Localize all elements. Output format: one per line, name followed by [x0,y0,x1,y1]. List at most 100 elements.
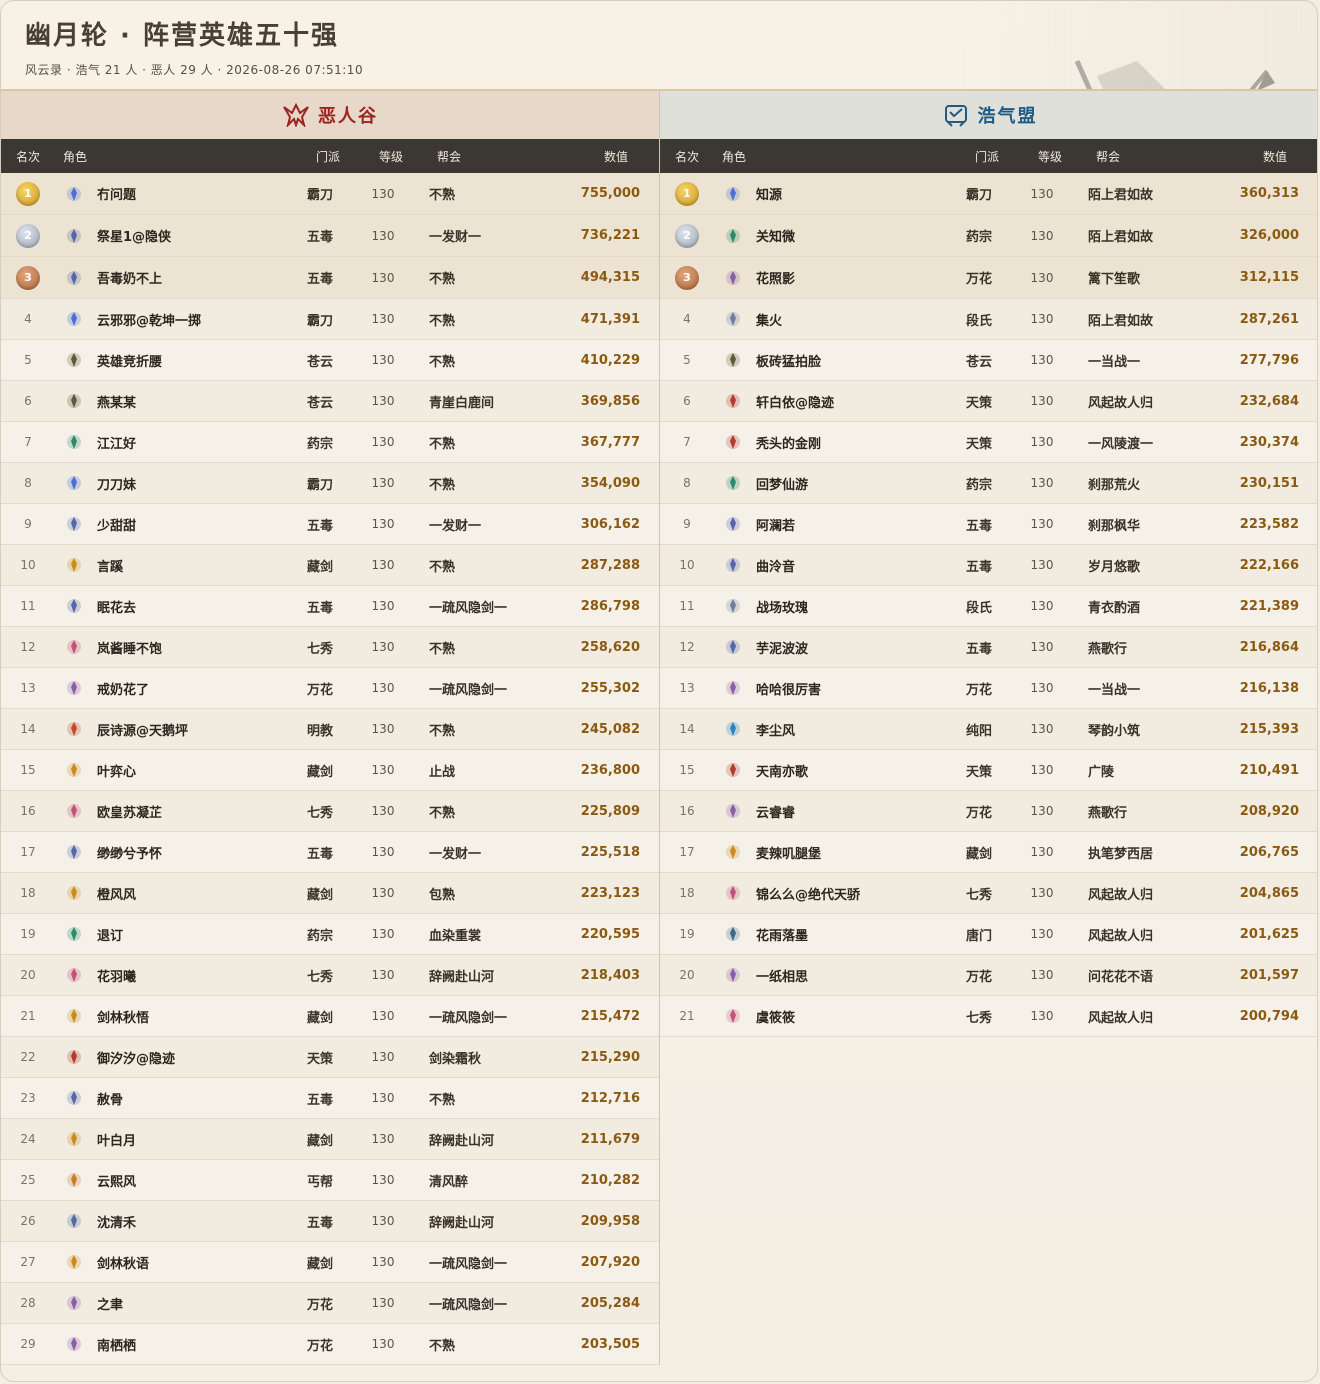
role-name[interactable]: 叶弈心 [97,761,136,780]
role-name[interactable]: 燕某某 [97,392,136,411]
role-name[interactable]: 一纸相思 [756,966,808,985]
table-row[interactable]: 16 云睿睿 万花 130 燕歌行 208,920 [660,791,1317,832]
role-name[interactable]: 关知微 [756,226,795,245]
table-row[interactable]: 2 祭星1@隐侠 五毒 130 一发财一 736,221 [1,215,659,257]
role-name[interactable]: 欧皇苏凝芷 [97,802,162,821]
table-row[interactable]: 19 退订 药宗 130 血染重裳 220,595 [1,914,659,955]
role-name[interactable]: 阿澜若 [756,515,795,534]
role-name[interactable]: 沈清禾 [97,1212,136,1231]
table-row[interactable]: 7 江江好 药宗 130 不熟 367,777 [1,422,659,463]
table-row[interactable]: 24 叶白月 藏剑 130 辞阙赴山河 211,679 [1,1119,659,1160]
table-row[interactable]: 9 阿澜若 五毒 130 刹那枫华 223,582 [660,504,1317,545]
role-name[interactable]: 之聿 [97,1294,123,1313]
role-name[interactable]: 战场玫瑰 [756,597,808,616]
role-name[interactable]: 哈哈很厉害 [756,679,821,698]
table-row[interactable]: 20 一纸相思 万花 130 问花花不语 201,597 [660,955,1317,996]
table-row[interactable]: 7 秃头的金刚 天策 130 一风陵渡一 230,374 [660,422,1317,463]
table-row[interactable]: 11 战场玫瑰 段氏 130 青衣酌酒 221,389 [660,586,1317,627]
table-row[interactable]: 18 锦么么@绝代天骄 七秀 130 风起故人归 204,865 [660,873,1317,914]
role-name[interactable]: 江江好 [97,433,136,452]
col-rank[interactable]: 名次 [660,148,714,165]
table-row[interactable]: 3 花照影 万花 130 篱下笙歌 312,115 [660,257,1317,299]
col-role[interactable]: 角色 [55,148,297,165]
role-name[interactable]: 剑林秋语 [97,1253,149,1272]
col-school[interactable]: 门派 [956,148,1018,165]
col-guild[interactable]: 帮会 [423,148,573,165]
role-name[interactable]: 戒奶花了 [97,679,149,698]
role-name[interactable]: 李尘风 [756,720,795,739]
table-row[interactable]: 14 李尘风 纯阳 130 琴韵小筑 215,393 [660,709,1317,750]
role-name[interactable]: 辰诗源@天鹅坪 [97,720,188,739]
table-row[interactable]: 5 板砖猛拍脸 苍云 130 一当战一 277,796 [660,340,1317,381]
table-row[interactable]: 29 南栖栖 万花 130 不熟 203,505 [1,1324,659,1365]
table-row[interactable]: 6 燕某某 苍云 130 青崖白鹿间 369,856 [1,381,659,422]
table-row[interactable]: 28 之聿 万花 130 一疏风隐剑一 205,284 [1,1283,659,1324]
table-row[interactable]: 20 花羽曦 七秀 130 辞阙赴山河 218,403 [1,955,659,996]
table-row[interactable]: 18 橙风风 藏剑 130 包熟 223,123 [1,873,659,914]
role-name[interactable]: 花照影 [756,268,795,287]
table-row[interactable]: 8 回梦仙游 药宗 130 刹那荒火 230,151 [660,463,1317,504]
table-row[interactable]: 1 冇问题 霸刀 130 不熟 755,000 [1,173,659,215]
role-name[interactable]: 南栖栖 [97,1335,136,1354]
col-level[interactable]: 等级 [359,148,423,165]
table-row[interactable]: 27 剑林秋语 藏剑 130 一疏风隐剑一 207,920 [1,1242,659,1283]
table-row[interactable]: 17 缈缈兮予怀 五毒 130 一发财一 225,518 [1,832,659,873]
table-row[interactable]: 14 辰诗源@天鹅坪 明教 130 不熟 245,082 [1,709,659,750]
role-name[interactable]: 云睿睿 [756,802,795,821]
role-name[interactable]: 花羽曦 [97,966,136,985]
table-row[interactable]: 10 言蹊 藏剑 130 不熟 287,288 [1,545,659,586]
role-name[interactable]: 刀刀妹 [97,474,136,493]
col-value[interactable]: 数值 [573,148,668,165]
role-name[interactable]: 虞筱筱 [756,1007,795,1026]
role-name[interactable]: 橙风风 [97,884,136,903]
table-row[interactable]: 23 赦骨 五毒 130 不熟 212,716 [1,1078,659,1119]
role-name[interactable]: 叶白月 [97,1130,136,1149]
role-name[interactable]: 御汐汐@隐迹 [97,1048,175,1067]
table-row[interactable]: 19 花雨落墨 唐门 130 风起故人归 201,625 [660,914,1317,955]
col-level[interactable]: 等级 [1018,148,1082,165]
role-name[interactable]: 锦么么@绝代天骄 [756,884,860,903]
table-row[interactable]: 4 集火 段氏 130 陌上君如故 287,261 [660,299,1317,340]
role-name[interactable]: 麦辣叽腿堡 [756,843,821,862]
role-name[interactable]: 缈缈兮予怀 [97,843,162,862]
role-name[interactable]: 剑林秋悟 [97,1007,149,1026]
role-name[interactable]: 吾毒奶不上 [97,268,162,287]
col-value[interactable]: 数值 [1232,148,1317,165]
role-name[interactable]: 祭星1@隐侠 [97,226,171,245]
role-name[interactable]: 板砖猛拍脸 [756,351,821,370]
table-row[interactable]: 9 少甜甜 五毒 130 一发财一 306,162 [1,504,659,545]
table-row[interactable]: 6 轩白依@隐迹 天策 130 风起故人归 232,684 [660,381,1317,422]
role-name[interactable]: 眠花去 [97,597,136,616]
table-row[interactable]: 2 关知微 药宗 130 陌上君如故 326,000 [660,215,1317,257]
table-row[interactable]: 22 御汐汐@隐迹 天策 130 剑染霜秋 215,290 [1,1037,659,1078]
role-name[interactable]: 花雨落墨 [756,925,808,944]
table-row[interactable]: 12 岚酱睡不饱 七秀 130 不熟 258,620 [1,627,659,668]
table-row[interactable]: 25 云熙风 丐帮 130 清风醉 210,282 [1,1160,659,1201]
col-rank[interactable]: 名次 [1,148,55,165]
table-row[interactable]: 13 戒奶花了 万花 130 一疏风隐剑一 255,302 [1,668,659,709]
table-row[interactable]: 11 眠花去 五毒 130 一疏风隐剑一 286,798 [1,586,659,627]
table-row[interactable]: 16 欧皇苏凝芷 七秀 130 不熟 225,809 [1,791,659,832]
role-name[interactable]: 少甜甜 [97,515,136,534]
col-role[interactable]: 角色 [714,148,956,165]
table-row[interactable]: 15 天南亦歌 天策 130 广陵 210,491 [660,750,1317,791]
col-guild[interactable]: 帮会 [1082,148,1232,165]
role-name[interactable]: 岚酱睡不饱 [97,638,162,657]
table-row[interactable]: 15 叶弈心 藏剑 130 止战 236,800 [1,750,659,791]
table-row[interactable]: 21 剑林秋悟 藏剑 130 一疏风隐剑一 215,472 [1,996,659,1037]
role-name[interactable]: 轩白依@隐迹 [756,392,834,411]
role-name[interactable]: 芋泥波波 [756,638,808,657]
table-row[interactable]: 8 刀刀妹 霸刀 130 不熟 354,090 [1,463,659,504]
role-name[interactable]: 天南亦歌 [756,761,808,780]
role-name[interactable]: 秃头的金刚 [756,433,821,452]
role-name[interactable]: 云邪邪@乾坤一掷 [97,310,201,329]
role-name[interactable]: 言蹊 [97,556,123,575]
role-name[interactable]: 回梦仙游 [756,474,808,493]
table-row[interactable]: 10 曲泠音 五毒 130 岁月悠歌 222,166 [660,545,1317,586]
role-name[interactable]: 集火 [756,310,782,329]
role-name[interactable]: 赦骨 [97,1089,123,1108]
table-row[interactable]: 26 沈清禾 五毒 130 辞阙赴山河 209,958 [1,1201,659,1242]
role-name[interactable]: 冇问题 [97,184,136,203]
table-row[interactable]: 3 吾毒奶不上 五毒 130 不熟 494,315 [1,257,659,299]
role-name[interactable]: 知源 [756,184,782,203]
